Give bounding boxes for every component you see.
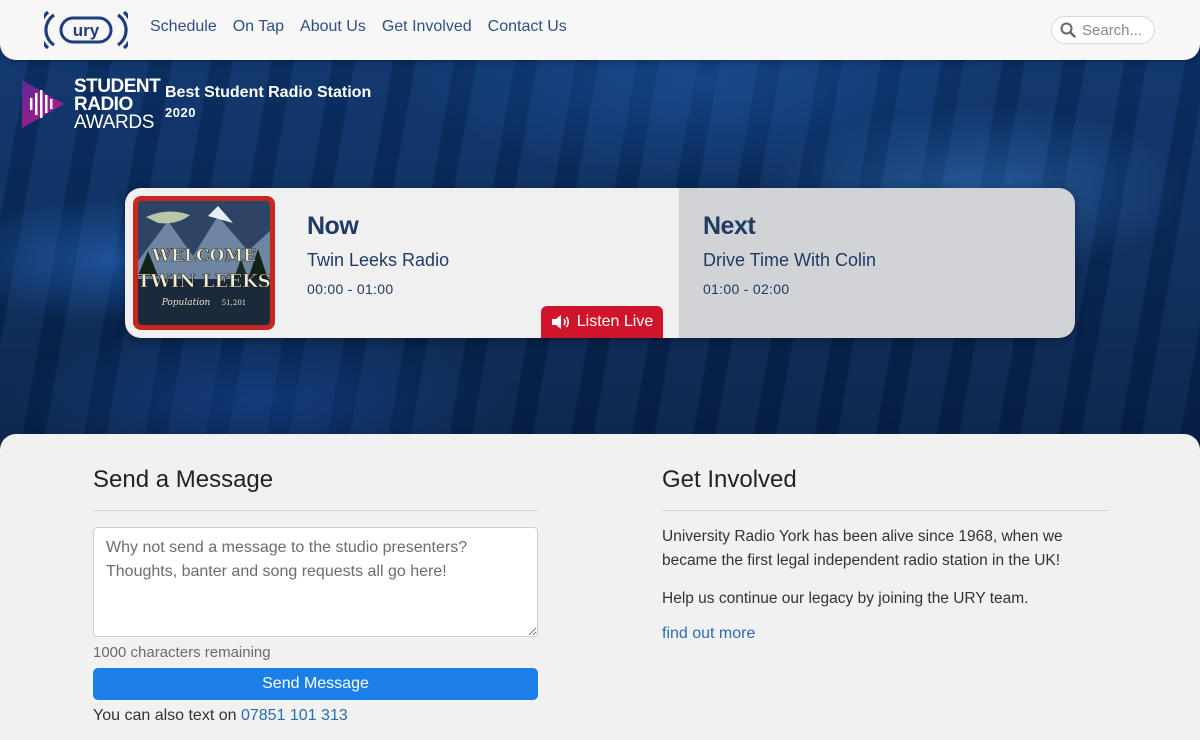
- now-next-card: WELCOME TWIN LEEKS Population 51,201 Now…: [125, 188, 1075, 338]
- now-show-time: 00:00 - 01:00: [307, 281, 394, 297]
- now-show-title[interactable]: Twin Leeks Radio: [307, 250, 449, 271]
- get-involved-paragraph-1: University Radio York has been alive sin…: [662, 528, 1063, 569]
- navbar: ury Schedule On Tap About Us Get Involve…: [0, 0, 1200, 60]
- text-us-prefix: You can also text on: [93, 707, 237, 724]
- listen-live-label: Listen Live: [576, 313, 654, 330]
- artwork-text-number: 51,201: [222, 299, 247, 307]
- twin-leeks-artwork: WELCOME TWIN LEEKS Population 51,201: [138, 201, 270, 325]
- content-panel: Send a Message 1000 characters remaining…: [0, 434, 1200, 740]
- award-badge: STUDENT RADIO AWARDS: [18, 77, 161, 133]
- listen-live-button[interactable]: Listen Live: [541, 306, 663, 338]
- send-message-button[interactable]: Send Message: [93, 668, 538, 700]
- award-logo-line3: AWARDS: [74, 112, 155, 133]
- send-message-title: Send a Message: [93, 466, 538, 511]
- message-textarea[interactable]: [93, 527, 538, 637]
- main-nav: Schedule On Tap About Us Get Involved Co…: [150, 18, 567, 36]
- student-radio-awards-icon: [22, 80, 64, 128]
- speaker-icon: [551, 315, 569, 329]
- text-us-line: You can also text on 07851 101 313: [93, 707, 538, 725]
- artwork-text-population: Population: [161, 298, 211, 308]
- get-involved-title: Get Involved: [662, 466, 1108, 511]
- characters-remaining: 1000 characters remaining: [93, 644, 271, 661]
- search-input[interactable]: [1082, 21, 1152, 39]
- next-show-time: 01:00 - 02:00: [703, 281, 790, 297]
- now-show-image[interactable]: WELCOME TWIN LEEKS Population 51,201: [133, 196, 275, 330]
- send-message-section: Send a Message 1000 characters remaining…: [93, 434, 538, 725]
- get-involved-paragraph-2: Help us continue our legacy by joining t…: [662, 590, 1029, 607]
- nav-schedule[interactable]: Schedule: [150, 18, 217, 36]
- award-year: 2020: [165, 105, 196, 120]
- nav-about-us[interactable]: About Us: [300, 18, 366, 36]
- next-label: Next: [703, 212, 756, 240]
- search-icon: [1060, 22, 1076, 38]
- nav-get-involved[interactable]: Get Involved: [382, 18, 472, 36]
- artwork-text-welcome: WELCOME: [151, 246, 256, 266]
- next-show-title[interactable]: Drive Time With Colin: [703, 250, 876, 271]
- nav-on-tap[interactable]: On Tap: [233, 18, 284, 36]
- search-box[interactable]: [1051, 16, 1155, 44]
- ury-logo[interactable]: ury: [44, 11, 128, 49]
- phone-number-link[interactable]: 07851 101 313: [241, 707, 348, 724]
- artwork-text-twin-leeks: TWIN LEEKS: [138, 271, 270, 292]
- now-label: Now: [307, 212, 359, 240]
- logo-text: ury: [73, 21, 100, 40]
- award-logo-text: STUDENT RADIO AWARDS: [74, 77, 161, 133]
- find-out-more-link[interactable]: find out more: [662, 625, 755, 643]
- nav-contact-us[interactable]: Contact Us: [488, 18, 567, 36]
- now-panel: WELCOME TWIN LEEKS Population 51,201 Now…: [125, 188, 679, 338]
- award-title: Best Student Radio Station: [165, 84, 372, 101]
- get-involved-section: Get Involved University Radio York has b…: [662, 434, 1108, 643]
- next-panel: Next Drive Time With Colin 01:00 - 02:00: [679, 188, 1075, 338]
